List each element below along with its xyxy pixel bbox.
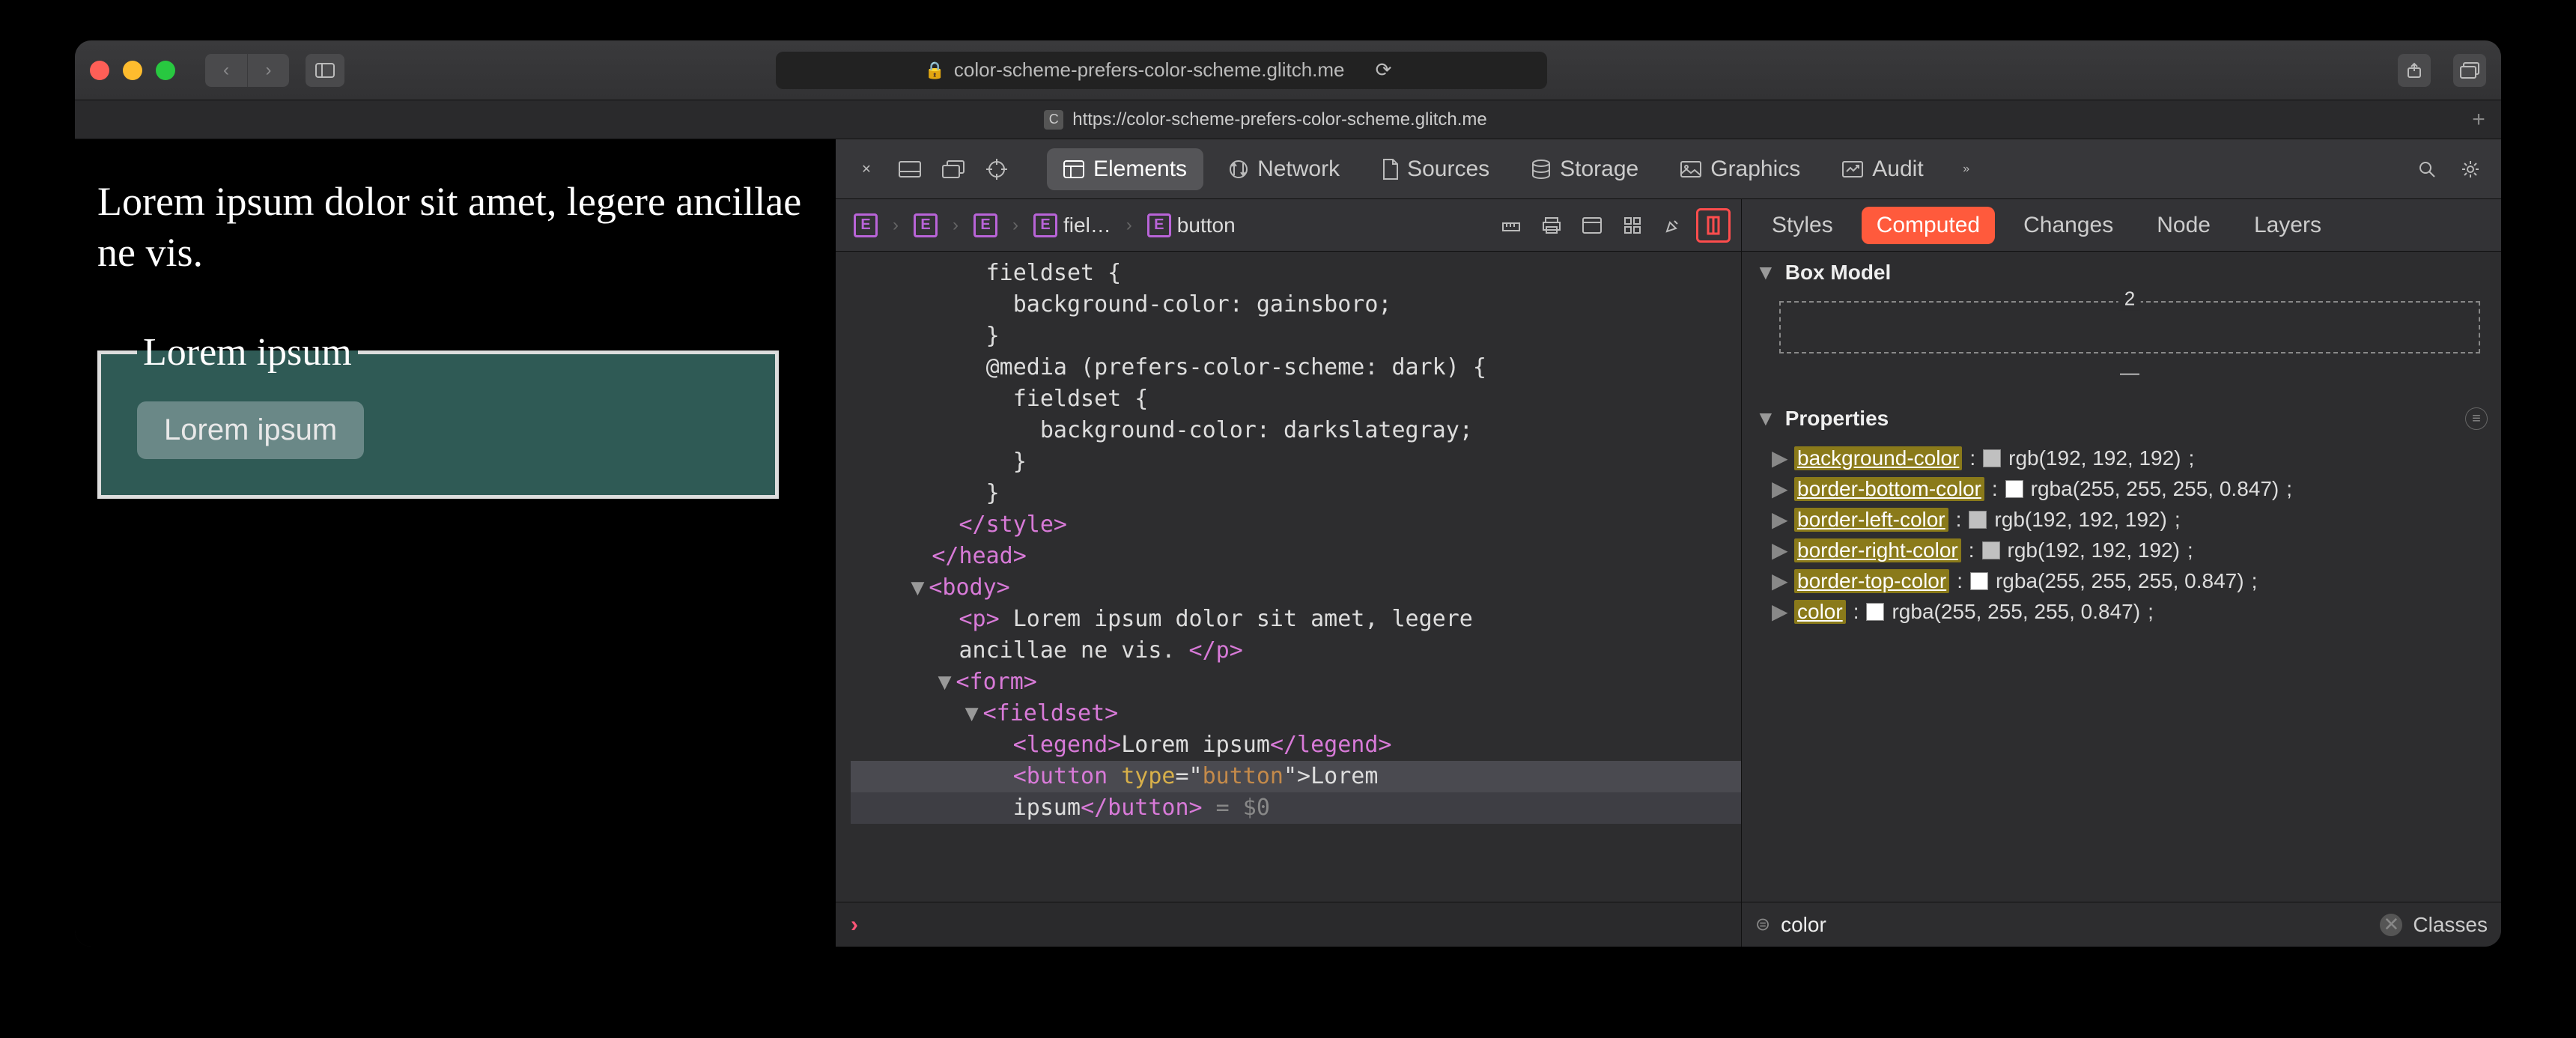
titlebar: ‹ › 🔒 color-scheme-prefers-color-scheme.… [75, 40, 2501, 100]
properties-header[interactable]: ▼ Properties ≡ [1742, 398, 2501, 440]
tab-storage[interactable]: Storage [1515, 148, 1655, 190]
composite-icon[interactable] [1696, 208, 1731, 243]
prop-row[interactable]: ▶color:rgba(255, 255, 255, 0.847); [1754, 596, 2494, 627]
layout-icon[interactable] [1575, 208, 1609, 243]
nav-buttons: ‹ › [205, 54, 289, 87]
close-window-button[interactable] [90, 61, 109, 80]
styles-panel: Styles Computed Changes Node Layers ▼ Bo… [1742, 199, 2501, 947]
page-paragraph: Lorem ipsum dolor sit amet, legere ancil… [97, 177, 812, 278]
url-bar[interactable]: 🔒 color-scheme-prefers-color-scheme.glit… [776, 52, 1547, 89]
share-button[interactable] [2398, 54, 2431, 87]
tab-graphics[interactable]: Graphics [1664, 148, 1817, 190]
inspect-element-button[interactable] [979, 152, 1014, 186]
dom-panel: E › E › E › Efiel… › Ebutton [836, 199, 1742, 947]
page-button[interactable]: Lorem ipsum [137, 401, 364, 459]
url-text: color-scheme-prefers-color-scheme.glitch… [954, 58, 1345, 82]
content-area: Lorem ipsum dolor sit amet, legere ancil… [75, 139, 2501, 947]
close-devtools-button[interactable]: ✕ [849, 152, 884, 186]
tab-styles[interactable]: Styles [1757, 207, 1848, 244]
box-model-top: 2 [2118, 287, 2141, 310]
filter-row: ⊜ ✕ Classes [1742, 902, 2501, 947]
clear-filter-button[interactable]: ✕ [2380, 914, 2402, 936]
browser-tab[interactable]: C https://color-scheme-prefers-color-sch… [75, 100, 2456, 139]
rendered-page: Lorem ipsum dolor sit amet, legere ancil… [75, 139, 835, 947]
prop-row[interactable]: ▶background-color:rgb(192, 192, 192); [1754, 443, 2494, 473]
sidebar-toggle-button[interactable] [306, 54, 344, 87]
tab-sources[interactable]: Sources [1365, 148, 1506, 190]
page-form: Lorem ipsum Lorem ipsum [97, 330, 812, 499]
tab-audit[interactable]: Audit [1826, 148, 1939, 190]
page-legend: Lorem ipsum [137, 330, 358, 374]
disclosure-triangle-icon: ▼ [1755, 407, 1776, 431]
filter-input[interactable] [1781, 913, 2369, 937]
tab-bar: C https://color-scheme-prefers-color-sch… [75, 100, 2501, 139]
crumb-fieldset[interactable]: Efiel… [1026, 209, 1119, 242]
page-fieldset: Lorem ipsum Lorem ipsum [97, 330, 779, 499]
breadcrumb-row: E › E › E › Efiel… › Ebutton [836, 199, 1741, 252]
properties-menu-button[interactable]: ≡ [2465, 407, 2488, 430]
devtools: ✕ Elements Network Sources [835, 139, 2501, 947]
print-icon[interactable] [1534, 208, 1569, 243]
crumb-button[interactable]: Ebutton [1140, 209, 1243, 242]
dock-side-button[interactable] [936, 152, 970, 186]
properties-list: ▶background-color:rgb(192, 192, 192); ▶b… [1742, 440, 2501, 627]
crumb-1[interactable]: E [906, 209, 945, 242]
tabs-button[interactable] [2453, 54, 2486, 87]
tab-node[interactable]: Node [2142, 207, 2226, 244]
grid-icon[interactable] [1615, 208, 1650, 243]
box-model-bottom: — [1779, 361, 2480, 384]
tab-changes[interactable]: Changes [2008, 207, 2128, 244]
safari-window: ‹ › 🔒 color-scheme-prefers-color-scheme.… [75, 40, 2501, 947]
crumb-2[interactable]: E [966, 209, 1005, 242]
settings-button[interactable] [2453, 152, 2488, 186]
fullscreen-window-button[interactable] [156, 61, 175, 80]
new-tab-button[interactable]: + [2456, 107, 2501, 133]
favicon-icon: C [1044, 110, 1063, 130]
prop-row[interactable]: ▶border-right-color:rgb(192, 192, 192); [1754, 535, 2494, 565]
crumb-0[interactable]: E [846, 209, 885, 242]
reload-button[interactable]: ⟳ [1369, 55, 1399, 85]
filter-icon: ⊜ [1755, 914, 1770, 935]
tab-elements[interactable]: Elements [1047, 148, 1203, 190]
lock-icon: 🔒 [924, 61, 944, 80]
box-model-diagram: 2 — [1742, 294, 2501, 398]
prop-row[interactable]: ▶border-left-color:rgb(192, 192, 192); [1754, 504, 2494, 535]
dock-bottom-button[interactable] [893, 152, 927, 186]
search-button[interactable] [2410, 152, 2444, 186]
traffic-lights [90, 61, 175, 80]
titlebar-right [2398, 54, 2486, 87]
forward-button[interactable]: › [247, 54, 289, 87]
source-tree[interactable]: fieldset { background-color: gainsboro; … [836, 252, 1741, 902]
devtools-tabbar: ✕ Elements Network Sources [836, 139, 2501, 199]
prop-row[interactable]: ▶border-bottom-color:rgba(255, 255, 255,… [1754, 473, 2494, 504]
tab-network[interactable]: Network [1212, 148, 1356, 190]
minimize-window-button[interactable] [123, 61, 142, 80]
styles-tabbar: Styles Computed Changes Node Layers [1742, 199, 2501, 252]
console-prompt[interactable]: › [836, 902, 1741, 947]
paint-icon[interactable] [1656, 208, 1690, 243]
tab-layers[interactable]: Layers [2239, 207, 2336, 244]
tab-label: https://color-scheme-prefers-color-schem… [1072, 109, 1487, 130]
ruler-icon[interactable] [1494, 208, 1528, 243]
disclosure-triangle-icon: ▼ [1755, 261, 1776, 285]
prop-row[interactable]: ▶border-top-color:rgba(255, 255, 255, 0.… [1754, 565, 2494, 596]
back-button[interactable]: ‹ [205, 54, 247, 87]
chevron-right-icon: › [851, 912, 858, 938]
devtools-body: E › E › E › Efiel… › Ebutton [836, 199, 2501, 947]
tab-computed[interactable]: Computed [1862, 207, 1995, 244]
classes-button[interactable]: Classes [2413, 913, 2488, 937]
more-tabs-button[interactable]: » [1949, 152, 1984, 186]
